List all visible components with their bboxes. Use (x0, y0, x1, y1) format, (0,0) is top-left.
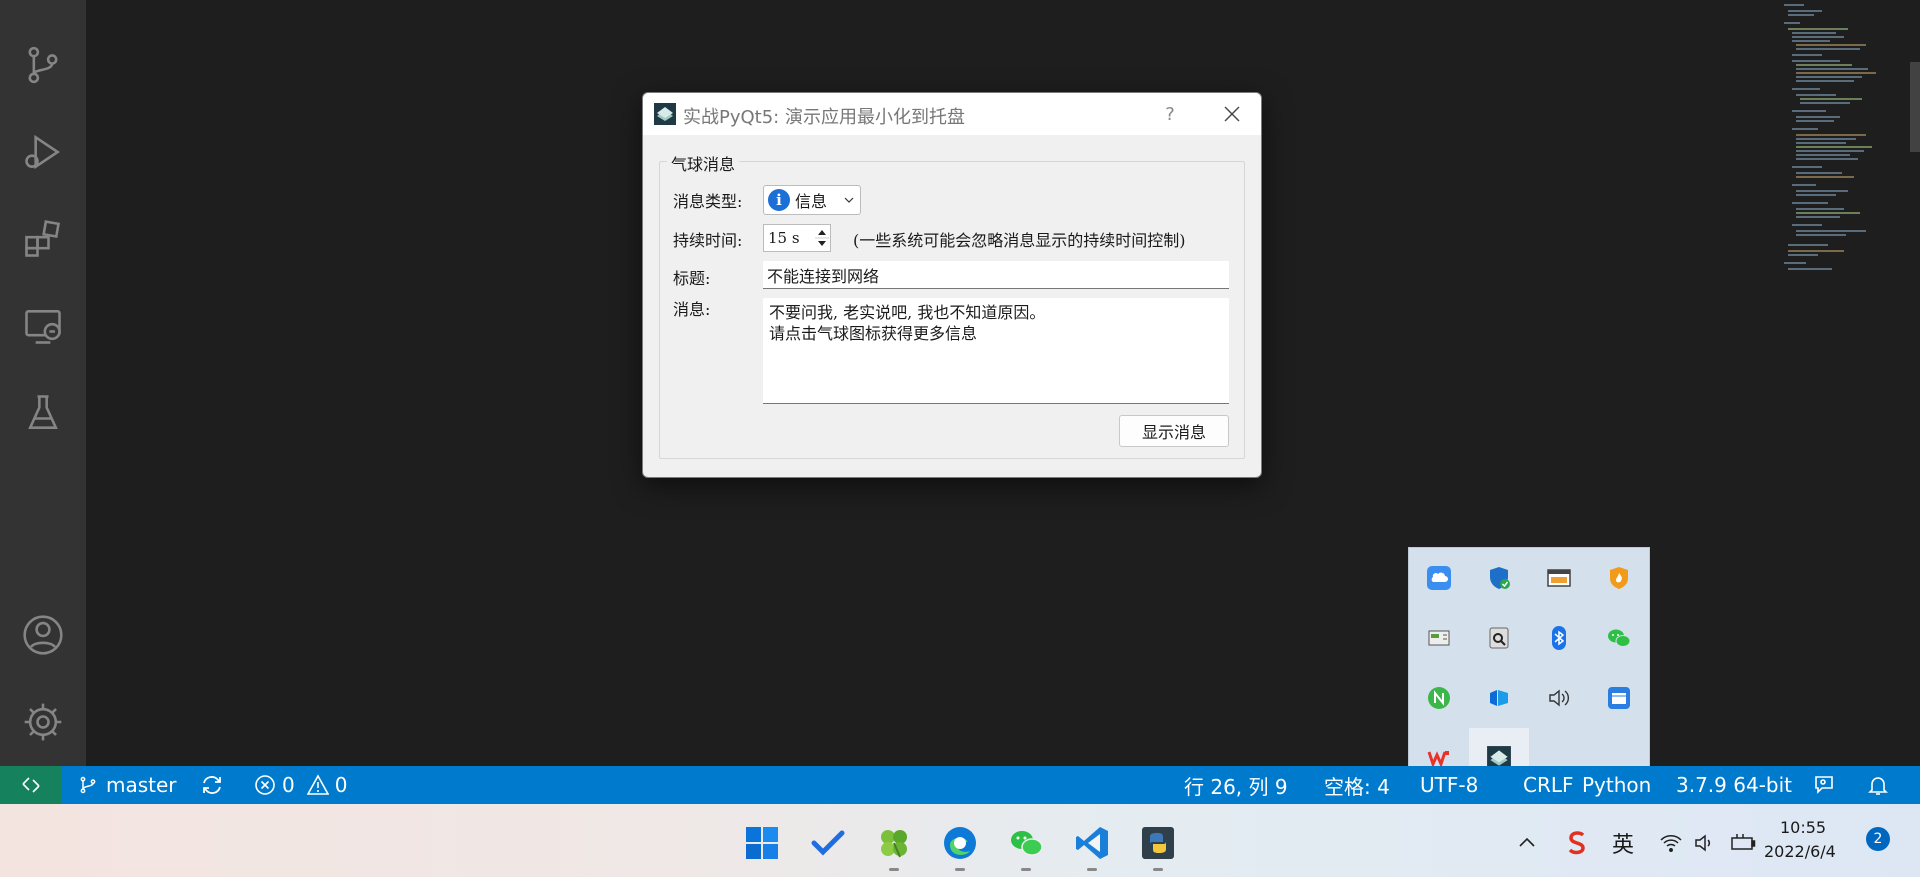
type-combo-value: 信息 (795, 192, 828, 211)
scrollbar-thumb[interactable] (1910, 62, 1920, 152)
feedback-icon[interactable] (1812, 766, 1836, 804)
speaker-icon[interactable] (1684, 822, 1726, 864)
encoding[interactable]: UTF-8 (1420, 766, 1478, 804)
message-line-2: 请点击气球图标获得更多信息 (769, 324, 978, 343)
branch-status[interactable]: master (78, 766, 177, 804)
volume-icon[interactable] (1529, 668, 1589, 728)
wechat-taskbar-icon[interactable] (1005, 822, 1047, 864)
branch-name: master (106, 773, 177, 797)
sync-icon (203, 776, 221, 794)
todo-check-icon[interactable] (807, 822, 849, 864)
error-icon (255, 775, 275, 795)
indentation[interactable]: 空格: 4 (1324, 766, 1390, 804)
dialog-titlebar[interactable]: 实战PyQt5: 演示应用最小化到托盘 ? (643, 93, 1261, 135)
message-textedit[interactable]: 不要问我, 老实说吧, 我也不知道原因。 请点击气球图标获得更多信息 (763, 298, 1229, 404)
duration-spinbox[interactable]: 15 s (763, 224, 831, 252)
title-input[interactable]: 不能连接到网络 (763, 261, 1229, 289)
manage-gear-icon[interactable] (18, 697, 68, 747)
language-mode[interactable]: Python (1582, 766, 1651, 804)
message-label: 消息: (673, 300, 711, 319)
remote-explorer-icon[interactable] (18, 301, 68, 351)
close-button[interactable] (1203, 93, 1261, 135)
warning-count: 0 (334, 773, 348, 797)
pyqt-app-icon (653, 102, 677, 126)
fire-shield-icon[interactable] (1589, 548, 1649, 608)
duration-label: 持续时间: (673, 231, 743, 250)
duration-value: 15 s (768, 229, 800, 247)
duration-note: (一些系统可能会忽略消息显示的持续时间控制) (853, 231, 1186, 250)
windows-taskbar: 英 10:55 2022/6/4 (0, 804, 1920, 877)
spin-arrows-icon[interactable] (815, 225, 829, 251)
testing-icon[interactable] (18, 388, 68, 438)
window-app-icon[interactable] (1529, 548, 1589, 608)
extensions-icon[interactable] (18, 214, 68, 264)
nodejs-n-icon[interactable] (1409, 668, 1469, 728)
sync-button[interactable] (200, 766, 224, 804)
clover-app-icon[interactable] (873, 822, 915, 864)
close-icon (1224, 106, 1240, 122)
running-indicator (889, 868, 899, 871)
git-branch-icon (80, 776, 96, 794)
warning-icon (306, 774, 329, 795)
type-combobox[interactable]: i 信息 (763, 185, 861, 215)
group-title: 气球消息 (667, 151, 740, 175)
vscode-icon[interactable] (1071, 822, 1113, 864)
notification-count-badge[interactable]: 2 (1866, 827, 1890, 851)
network-adapter-icon[interactable] (1409, 608, 1469, 668)
running-indicator (955, 868, 965, 871)
search-magnifier-icon[interactable] (1469, 608, 1529, 668)
start-windows-icon[interactable] (741, 822, 783, 864)
python-app-icon[interactable] (1137, 822, 1179, 864)
chevron-down-icon (844, 197, 854, 203)
source-control-icon[interactable] (18, 40, 68, 90)
clock-date[interactable]: 2022/6/4 (1764, 842, 1836, 861)
running-indicator (1087, 868, 1097, 871)
accounts-icon[interactable] (18, 610, 68, 660)
tray-overflow-popup (1408, 547, 1650, 788)
battery-plug-icon[interactable] (1722, 822, 1764, 864)
show-hidden-icons-chevron-icon[interactable] (1506, 822, 1548, 864)
ime-mode[interactable]: 英 (1612, 827, 1634, 859)
blue-app-icon[interactable] (1469, 668, 1529, 728)
error-count: 0 (282, 773, 295, 797)
problems-status[interactable]: 0 0 (254, 766, 347, 804)
status-bar: master 0 0 行 26, 列 9 空格: 4 UTF-8 CRLF Py… (0, 766, 1920, 804)
cursor-position[interactable]: 行 26, 列 9 (1184, 766, 1288, 804)
notifications-bell-icon[interactable] (1866, 766, 1890, 804)
remote-icon (22, 777, 40, 793)
clock-time[interactable]: 10:55 (1780, 818, 1826, 837)
bluetooth-icon[interactable] (1529, 608, 1589, 668)
run-debug-icon[interactable] (18, 127, 68, 177)
remote-indicator[interactable] (0, 766, 62, 804)
security-shield-icon[interactable] (1469, 548, 1529, 608)
wechat-icon[interactable] (1589, 608, 1649, 668)
dialog-title: 实战PyQt5: 演示应用最小化到托盘 (683, 107, 965, 128)
running-indicator (1153, 868, 1163, 871)
help-button[interactable]: ? (1143, 93, 1197, 135)
activity-bar (0, 0, 86, 766)
python-interpreter[interactable]: 3.7.9 64-bit (1676, 766, 1792, 804)
edge-browser-icon[interactable] (939, 822, 981, 864)
info-icon: i (768, 189, 790, 211)
running-indicator (1021, 868, 1031, 871)
tray-demo-dialog: 实战PyQt5: 演示应用最小化到托盘 ? 气球消息 消息类型: i 信息 持续… (642, 92, 1262, 478)
minimap[interactable] (1782, 0, 1902, 300)
title-label: 标题: (673, 269, 711, 288)
calendar-app-icon[interactable] (1589, 668, 1649, 728)
message-line-1: 不要问我, 老实说吧, 我也不知道原因。 (769, 303, 1046, 322)
cloud-icon[interactable] (1409, 548, 1469, 608)
sogou-input-icon[interactable] (1556, 822, 1598, 864)
end-of-line[interactable]: CRLF (1523, 766, 1574, 804)
type-label: 消息类型: (673, 192, 743, 211)
show-message-button[interactable]: 显示消息 (1119, 415, 1229, 447)
